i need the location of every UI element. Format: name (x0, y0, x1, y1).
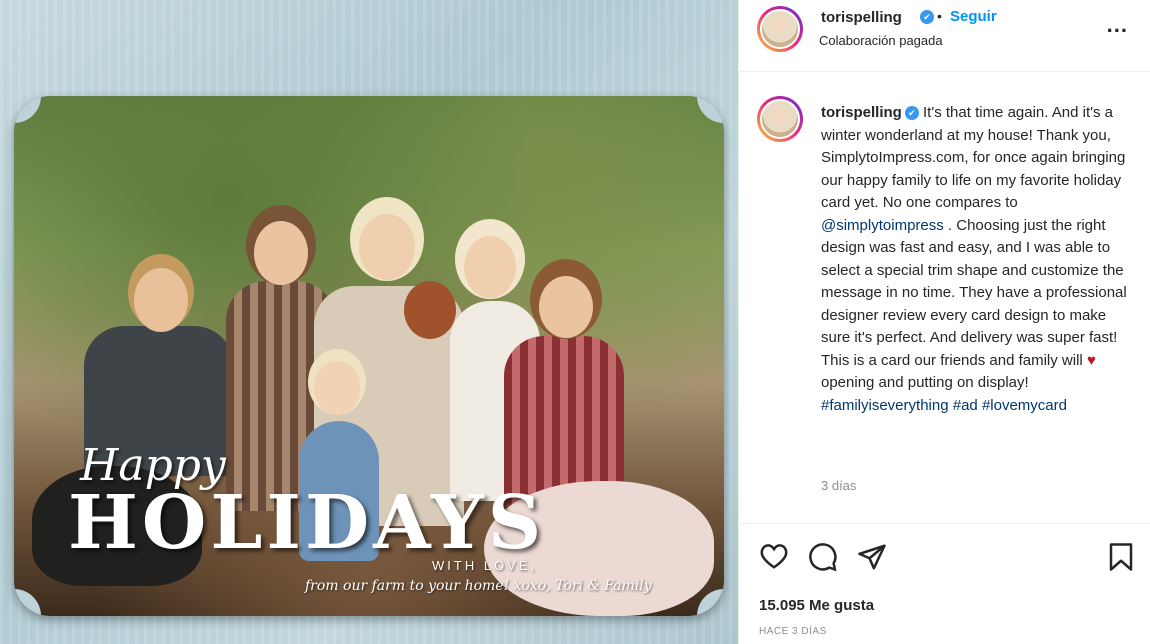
heart-icon[interactable] (759, 542, 789, 575)
verified-icon: ✔ (904, 106, 919, 121)
more-icon[interactable]: ... (1107, 12, 1128, 38)
caption-age: 3 días (821, 478, 857, 493)
heart-emoji: ♥ (1086, 351, 1096, 369)
post-caption: torispelling ✔ It's that time again. And … (739, 96, 1150, 496)
separator-dot: • (937, 8, 942, 24)
hashtag-link[interactable]: #familyiseverything (821, 397, 949, 414)
header-username[interactable]: torispelling (821, 9, 902, 26)
follow-button[interactable]: Seguir (950, 8, 997, 25)
caption-text: torispelling ✔ It's that time again. And … (821, 102, 1131, 417)
comment-icon[interactable] (808, 542, 838, 577)
hashtag-link[interactable]: #ad (953, 397, 978, 414)
share-icon[interactable] (857, 542, 887, 577)
card-big-title: HOLIDAYS (68, 480, 546, 566)
avatar[interactable] (757, 6, 803, 52)
verified-icon: ✔ (920, 10, 934, 24)
post-sidebar: torispelling ✔ • Seguir Colaboración pag… (738, 0, 1150, 644)
post-image[interactable]: Happy HOLIDAYS WITH LOVE, from our farm … (0, 0, 738, 644)
paid-partnership-label[interactable]: Colaboración pagada (819, 33, 943, 48)
mention-link[interactable]: @simplytoimpress (821, 217, 944, 234)
post-actions: 15.095 Me gusta HACE 3 DÍAS (739, 523, 1150, 643)
chicken (404, 281, 456, 339)
likes-count[interactable]: 15.095 Me gusta (759, 597, 874, 614)
card-with-love: WITH LOVE, (432, 558, 538, 573)
card-signoff: from our farm to your home! xoxo, Tori &… (305, 578, 652, 594)
post-header: torispelling ✔ • Seguir Colaboración pag… (739, 0, 1150, 72)
bookmark-icon[interactable] (1107, 542, 1135, 577)
avatar[interactable] (757, 96, 803, 142)
caption-part: . Choosing just the right design was fas… (821, 216, 1127, 369)
hashtag-link[interactable]: #lovemycard (982, 397, 1067, 414)
post-timestamp[interactable]: HACE 3 DÍAS (759, 626, 827, 637)
caption-username[interactable]: torispelling (821, 104, 902, 121)
caption-part: opening and putting on display! (821, 374, 1029, 391)
